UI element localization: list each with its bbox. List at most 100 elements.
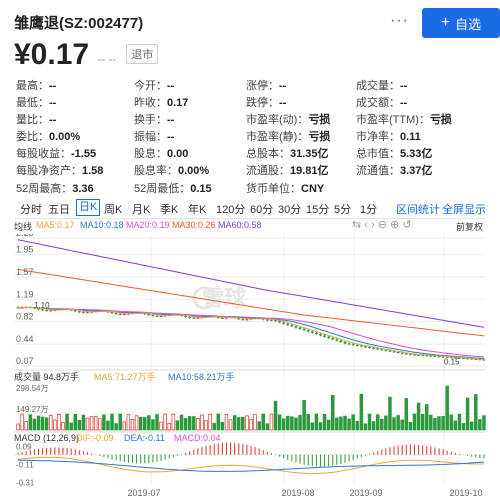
stat-cell: 流通值：3.37亿 [356,162,432,178]
volume-bar [392,417,396,431]
candle-body [310,331,314,333]
header: 雏鹰退(SZ:002477) ··· + 自选 [14,8,500,38]
volume-bar [187,416,192,431]
volume-bar [159,421,163,431]
stat-cell: 流通股：19.81亿 [246,162,329,178]
candle-body [368,347,371,349]
volume-bar [306,413,310,431]
tab-7[interactable]: 120分 [216,201,245,217]
stat-label: 成交额： [356,97,400,110]
chart-nav-icons[interactable]: ⇆ ‹ › ⊖ ⊕ ↺ [352,218,411,231]
volume-bar [396,415,400,431]
candle-body [245,319,249,321]
stat-value: -- [279,80,287,92]
low-marker-label: 0.15 [444,357,460,366]
ma20-value: MA20:0.19 [126,220,170,230]
volume-bar [437,416,441,431]
ma5-value: MA5:0.17 [36,220,75,230]
candle-body [347,343,351,345]
stat-cell: 最高：-- [16,77,56,93]
adjust-mode-label[interactable]: 前复权 [456,220,483,233]
stat-value: 1.58 [82,165,104,178]
tab-11[interactable]: 5分 [334,201,351,217]
tab-9[interactable]: 30分 [278,201,301,217]
stat-value: 0.00% [49,131,81,144]
candle-body [323,335,326,337]
tab-1[interactable]: 五日 [48,201,70,217]
stats-row: 委比：0.00% 振幅：-- 市盈率(静)：亏损 市净率：0.11 [16,128,496,145]
add-to-watchlist-button[interactable]: + 自选 [422,8,500,38]
tab-10[interactable]: 15分 [306,201,329,217]
more-icon[interactable]: ··· [390,12,409,30]
volume-bar [302,399,306,431]
stat-cell: 成交额：-- [356,94,407,110]
volume-bar [228,419,233,431]
candle-body [339,340,343,342]
macd-legend: MACD (12,26,9) [14,433,79,443]
macd-tick-label: -0.11 [16,461,34,470]
tab-5[interactable]: 季K [160,201,178,217]
fullscreen-link[interactable]: 全屏显示 [442,201,486,217]
candle-body [282,322,286,324]
volume-bar [339,416,343,431]
stat-label: 振幅： [134,131,167,144]
volume-bar [65,413,69,431]
volume-tick-label: 298.54万 [16,384,48,393]
kline-chart[interactable]: 2.231.951.571.190.820.440.07雪球1.100.15成交… [14,228,486,498]
tab-0[interactable]: 分时 [20,201,42,217]
candle-body [118,313,122,315]
stat-label: 跌停： [246,97,279,110]
stat-label: 今开： [134,80,167,92]
macd-legend: MACD:0.04 [174,433,221,443]
volume-bar [400,419,404,431]
stat-cell: 委比：0.00% [16,128,80,144]
kline-svg[interactable]: 2.231.951.571.190.820.440.07雪球1.100.15成交… [14,228,486,498]
tab-6[interactable]: 年K [188,201,206,217]
stat-cell: 量比：-- [16,111,56,127]
volume-bar [310,422,315,431]
tab-12[interactable]: 1分 [360,201,377,217]
volume-bar [474,394,478,431]
candle-body [86,312,89,314]
period-tabs: 分时 五日 日K 周K 月K 季K 年K 120分 60分 30分 15分 5分 1分 区间统计 全屏显示 [14,199,486,217]
price-change: -- -- [97,52,117,66]
candle-body [359,345,363,347]
volume-bar [273,400,278,431]
stat-value: -- [167,114,175,127]
candle-body [155,315,159,317]
volume-bar [20,413,24,431]
candle-body [351,344,355,346]
price-tick-label: 0.44 [16,334,34,344]
candle-body [413,354,416,356]
volume-bar [93,415,98,431]
volume-bar [433,417,437,431]
stat-value: 0.00% [178,165,210,178]
range-stats-link[interactable]: 区间统计 [396,201,440,217]
status-badge: 退市 [126,44,159,64]
tab-4[interactable]: 月K [132,201,150,217]
candle-body [196,317,200,319]
volume-bar [69,422,73,431]
volume-bar [429,414,433,431]
volume-bar [441,416,445,431]
stats-row: 每股净资产：1.58 股息率：0.00% 流通股：19.81亿 流通值：3.37亿 [16,162,496,179]
candle-body [400,352,404,354]
volume-bar [404,398,409,431]
candle-body [388,350,392,352]
tab-3[interactable]: 周K [104,201,122,217]
volume-bar [457,413,462,431]
stats-row: 52周最高：3.36 52周最低：0.15 货币单位：CNY [16,180,496,197]
tabs-divider [14,218,486,219]
volume-bar [114,423,118,431]
stock-title: 雏鹰退(SZ:002477) [14,15,144,32]
stat-label: 昨收： [134,97,167,110]
stat-cell: 股息：0.00 [134,145,188,161]
volume-bar [261,413,266,431]
x-axis-label: 2019-08 [281,488,314,498]
volume-bar [126,414,131,431]
tab-2[interactable]: 日K [76,199,101,216]
stat-label: 流通值： [356,165,400,178]
stat-value: -1.55 [71,148,97,161]
volume-bar [236,417,241,431]
tab-8[interactable]: 60分 [250,201,273,217]
